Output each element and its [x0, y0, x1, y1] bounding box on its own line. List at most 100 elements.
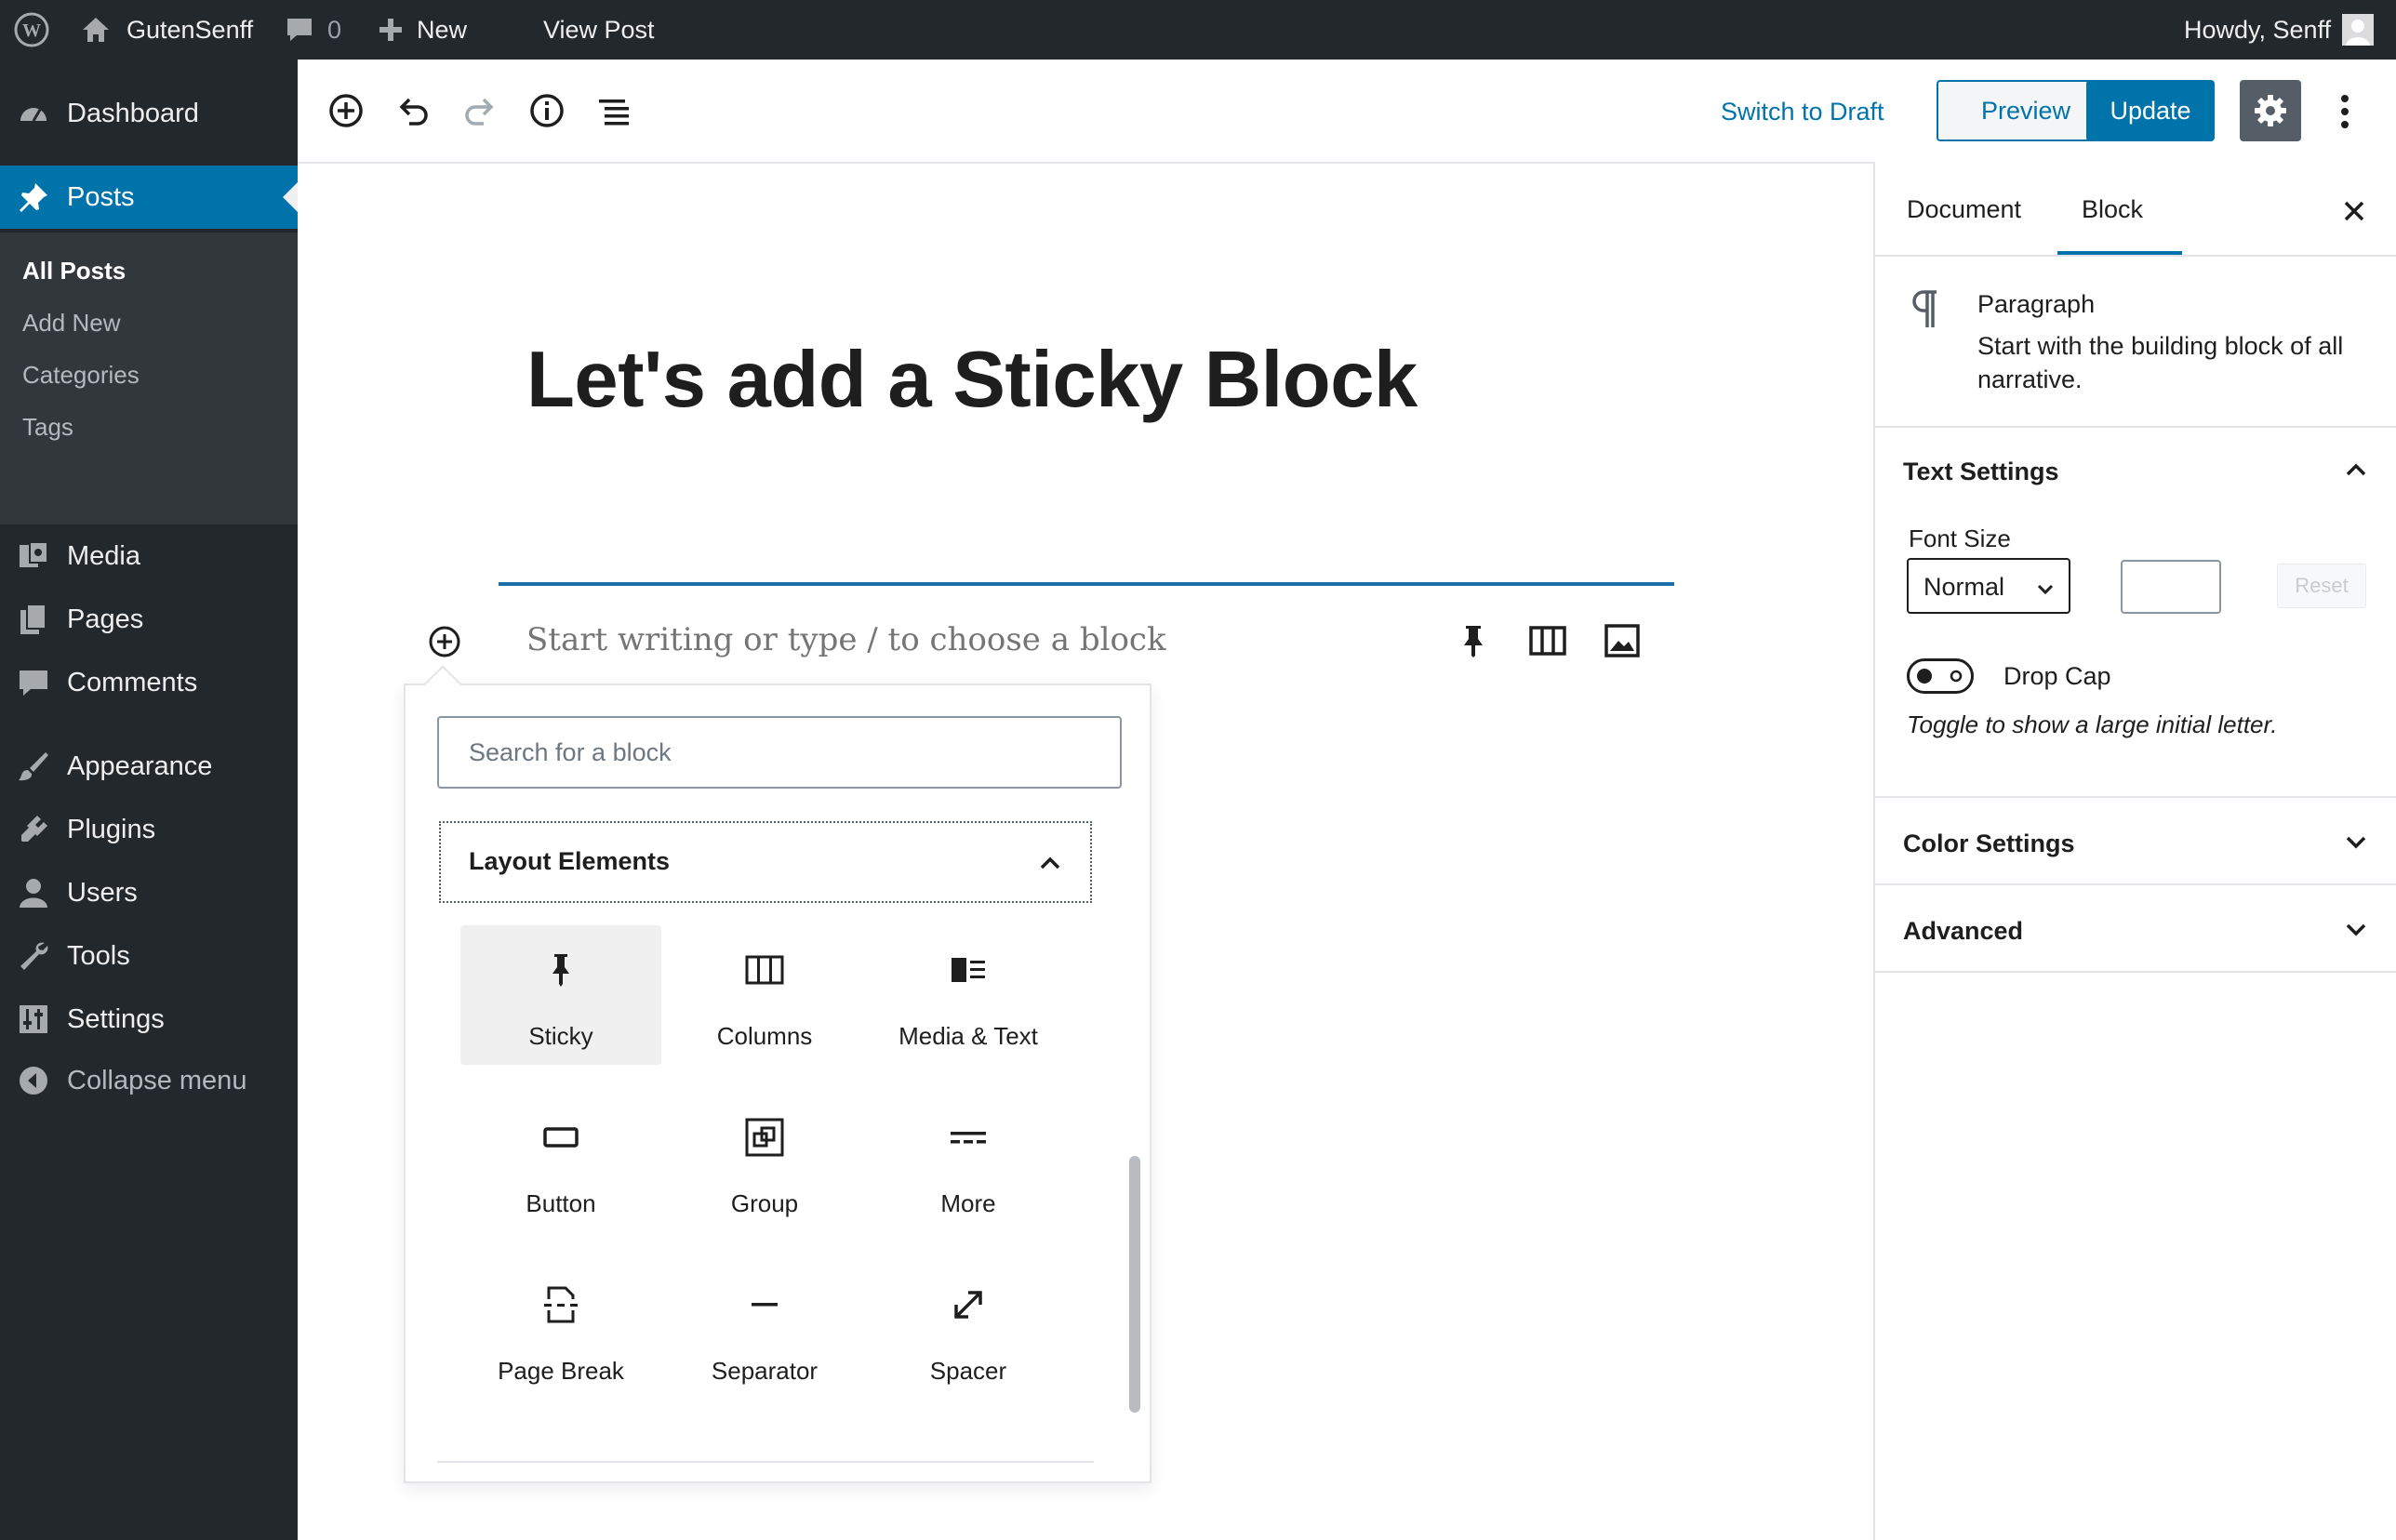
paragraph-icon	[1909, 288, 1944, 329]
block-item-sticky[interactable]: Sticky	[460, 925, 661, 1065]
home-icon	[80, 15, 112, 45]
update-button[interactable]: Update	[2086, 80, 2215, 141]
sidebar-item-tools[interactable]: Tools	[0, 924, 298, 988]
block-item-label: Page Break	[498, 1357, 624, 1385]
sidebar-item-settings[interactable]: Settings	[0, 988, 298, 1051]
color-settings-toggle[interactable]: Color Settings	[1903, 830, 2075, 858]
sidebar-item-label: Media	[67, 540, 140, 571]
paintbrush-icon	[17, 750, 50, 783]
switch-to-draft-button[interactable]: Switch to Draft	[1721, 98, 1884, 126]
current-menu-arrow	[283, 182, 298, 212]
sidebar-item-label: Dashboard	[67, 98, 199, 128]
comment-count: 0	[327, 15, 342, 44]
tab-block[interactable]: Block	[2082, 195, 2143, 224]
chevron-up-icon[interactable]	[2342, 456, 2370, 484]
sidebar-item-media[interactable]: Media	[0, 524, 298, 588]
group-icon	[744, 1117, 785, 1158]
block-search-input[interactable]	[437, 716, 1122, 789]
sidebar-item-users[interactable]: Users	[0, 861, 298, 924]
settings-sidebar: Document Block Paragraph Start with the …	[1873, 162, 2396, 1540]
close-icon[interactable]	[2342, 199, 2366, 223]
divider	[1875, 883, 2396, 885]
media-icon	[17, 539, 50, 573]
block-item-separator[interactable]: Separator	[664, 1260, 865, 1400]
settings-toggle-button[interactable]	[2240, 80, 2301, 141]
account-menu[interactable]: Howdy, Senff	[2184, 0, 2375, 60]
block-item-page-break[interactable]: Page Break	[460, 1260, 661, 1400]
wrench-icon	[17, 939, 50, 973]
new-label: New	[417, 15, 468, 44]
inserter-scrollbar[interactable]	[1129, 1156, 1140, 1413]
panel-title: Layout Elements	[469, 847, 671, 875]
block-navigation-icon[interactable]	[593, 90, 634, 131]
more-options-icon[interactable]	[2328, 84, 2362, 139]
post-title[interactable]: Let's add a Sticky Block	[526, 335, 1418, 426]
button-icon	[540, 1117, 581, 1158]
add-block-icon[interactable]	[326, 90, 366, 131]
redo-icon[interactable]	[459, 90, 500, 131]
text-settings-toggle[interactable]: Text Settings	[1903, 458, 2059, 486]
comments-icon	[17, 666, 50, 699]
avatar	[2342, 14, 2375, 46]
plus-icon	[378, 17, 404, 43]
tab-document[interactable]: Document	[1907, 195, 2021, 224]
undo-icon[interactable]	[393, 90, 433, 131]
sidebar-item-label: Posts	[67, 181, 135, 212]
reset-button[interactable]: Reset	[2277, 564, 2366, 608]
block-item-media-text[interactable]: Media & Text	[868, 925, 1069, 1065]
submenu-all-posts[interactable]: All Posts	[22, 257, 126, 285]
block-item-label: Media & Text	[898, 1022, 1038, 1050]
drop-cap-help: Toggle to show a large initial letter.	[1907, 710, 2278, 738]
block-item-label: Columns	[716, 1022, 813, 1050]
block-inserter-popover: Layout Elements Sticky Columns Media & T…	[404, 684, 1151, 1483]
site-name: GutenSenff	[126, 15, 254, 44]
sidebar-item-plugins[interactable]: Plugins	[0, 798, 298, 861]
sidebar-item-appearance[interactable]: Appearance	[0, 735, 298, 798]
media-text-icon	[948, 949, 989, 990]
sidebar-item-label: Settings	[67, 1003, 165, 1034]
inline-inserter-icon[interactable]	[426, 623, 463, 660]
layout-elements-panel-toggle[interactable]: Layout Elements	[439, 821, 1092, 903]
block-item-label: Separator	[711, 1357, 819, 1385]
font-size-label: Font Size	[1909, 524, 2011, 552]
wordpress-logo-icon[interactable]: W	[13, 0, 50, 60]
divider	[1875, 796, 2396, 798]
sidebar-item-label: Plugins	[67, 814, 156, 844]
block-item-columns[interactable]: Columns	[664, 925, 865, 1065]
image-icon[interactable]	[1602, 620, 1643, 661]
paragraph-placeholder[interactable]: Start writing or type / to choose a bloc…	[526, 621, 1166, 658]
drop-cap-toggle[interactable]	[1907, 658, 1974, 694]
block-item-spacer[interactable]: Spacer	[868, 1260, 1069, 1400]
new-content-link[interactable]: New	[378, 0, 467, 60]
site-home-link[interactable]: GutenSenff	[80, 0, 253, 60]
block-item-button[interactable]: Button	[460, 1093, 661, 1232]
info-icon[interactable]	[526, 90, 567, 131]
font-size-select[interactable]: Normal	[1907, 558, 2070, 614]
sidebar-item-pages[interactable]: Pages	[0, 588, 298, 651]
chevron-down-icon[interactable]	[2342, 828, 2370, 856]
columns-icon[interactable]	[1527, 620, 1568, 661]
divider	[1875, 255, 2396, 257]
chevron-down-icon[interactable]	[2342, 915, 2370, 943]
spacer-icon	[948, 1284, 989, 1325]
block-item-more[interactable]: More	[868, 1093, 1069, 1232]
block-item-label: Spacer	[929, 1357, 1007, 1385]
comments-link[interactable]: 0	[285, 0, 341, 60]
custom-font-size-input[interactable]	[2121, 560, 2221, 614]
collapse-menu-button[interactable]: Collapse menu	[0, 1049, 298, 1112]
sidebar-item-dashboard[interactable]: Dashboard	[0, 82, 298, 145]
submenu-add-new[interactable]: Add New	[22, 309, 121, 338]
pushpin-icon	[540, 949, 581, 990]
users-icon	[17, 876, 50, 909]
pushpin-icon[interactable]	[1453, 620, 1494, 661]
view-post-link[interactable]: View Post	[543, 0, 655, 60]
submenu-tags[interactable]: Tags	[22, 413, 73, 442]
sidebar-item-comments[interactable]: Comments	[0, 651, 298, 714]
advanced-toggle[interactable]: Advanced	[1903, 917, 2023, 946]
sidebar-item-posts[interactable]: Posts	[0, 166, 298, 229]
submenu-categories[interactable]: Categories	[22, 361, 140, 390]
divider	[1875, 426, 2396, 428]
font-size-value: Normal	[1923, 573, 2005, 601]
block-item-group[interactable]: Group	[664, 1093, 865, 1232]
sidebar-item-label: Comments	[67, 667, 198, 697]
